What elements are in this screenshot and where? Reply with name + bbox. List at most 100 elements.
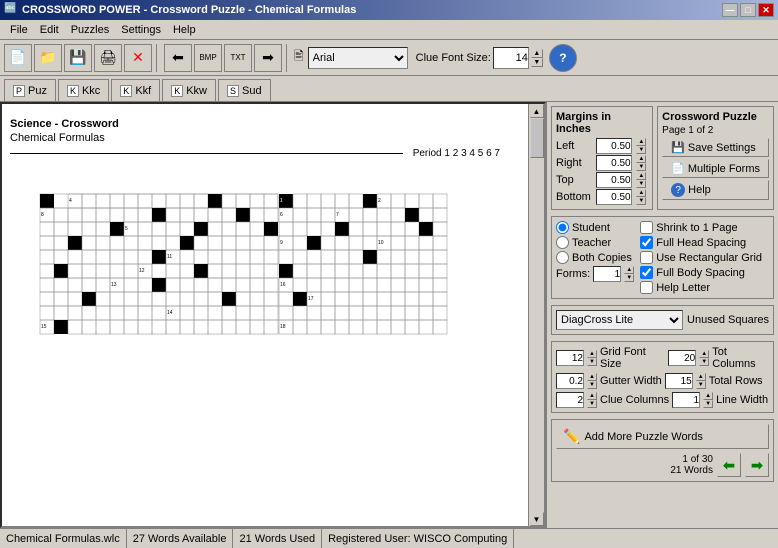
total-rows-input[interactable] [665,373,693,389]
teacher-radio[interactable] [556,236,569,249]
bottom-up[interactable]: ▲ [636,189,646,197]
menu-puzzles[interactable]: Puzzles [65,22,116,38]
save-button[interactable]: 💾 [64,44,92,72]
minimize-button[interactable]: — [722,3,738,17]
scroll-thumb[interactable] [530,118,544,158]
help-letter-checkbox-label[interactable]: Help Letter [640,281,762,294]
clue-font-down[interactable]: ▼ [531,58,543,67]
bmp-button[interactable]: BMP [194,44,222,72]
gutter-width-input[interactable] [556,373,584,389]
app-icon: 🔤 [4,3,18,17]
top-margin-input[interactable] [596,172,632,188]
left-grid: 3 4 [40,194,278,334]
tab-sud[interactable]: S Sud [218,79,271,101]
tot-col-up[interactable]: ▲ [699,350,709,358]
forms-up[interactable]: ▲ [624,266,634,274]
gutter-down[interactable]: ▼ [587,381,597,389]
bottom-down[interactable]: ▼ [636,197,646,205]
grid-row3: ▲ ▼ Clue Columns ▲ ▼ Line Width [556,392,769,408]
txt-button[interactable]: TXT [224,44,252,72]
student-radio[interactable] [556,221,569,234]
left-margin-input[interactable] [596,138,632,154]
new-button[interactable]: 📄 [4,44,32,72]
nav-forward-button[interactable]: ➡ [745,453,769,477]
tab-kkf[interactable]: K Kkf [111,79,160,101]
tot-col-down[interactable]: ▼ [699,358,709,366]
help-letter-checkbox[interactable] [640,281,653,294]
shrink-checkbox[interactable] [640,221,653,234]
crossword-grid-area: 3 4 [2,189,528,526]
stop-button[interactable]: ✕ [124,44,152,72]
teacher-radio-label[interactable]: Teacher [556,236,634,249]
help-panel-button[interactable]: ? Help [662,180,769,200]
right-up[interactable]: ▲ [636,155,646,163]
radio-group: Student Teacher Both Copies Forms: ▲ ▼ [556,221,634,294]
menu-edit[interactable]: Edit [34,22,65,38]
menu-settings[interactable]: Settings [115,22,167,38]
both-copies-radio[interactable] [556,251,569,264]
clue-col-up[interactable]: ▲ [587,392,597,400]
clue-col-down[interactable]: ▼ [587,400,597,408]
student-radio-label[interactable]: Student [556,221,634,234]
clue-columns-input[interactable] [556,392,584,408]
menu-file[interactable]: File [4,22,34,38]
menu-help[interactable]: Help [167,22,202,38]
forward-button[interactable]: ➡ [254,44,282,72]
tot-columns-input[interactable] [668,350,696,366]
vertical-scrollbar[interactable]: ▲ ▼ [528,104,544,526]
tab-puz[interactable]: P Puz [4,79,56,101]
rows-down[interactable]: ▼ [696,381,706,389]
lw-up[interactable]: ▲ [703,392,713,400]
full-head-checkbox[interactable] [640,236,653,249]
period-line: Period 1 2 3 4 5 6 7 [413,148,520,159]
forms-input[interactable] [593,266,621,282]
left-down[interactable]: ▼ [636,146,646,154]
svg-text:7: 7 [336,212,339,218]
grid-font-up[interactable]: ▲ [587,350,597,358]
multiple-forms-button[interactable]: 📄 Multiple Forms [662,159,769,178]
full-body-checkbox[interactable] [640,266,653,279]
top-up[interactable]: ▲ [636,172,646,180]
svg-text:14: 14 [167,310,173,316]
font-selector[interactable]: Arial [308,47,408,69]
scroll-down-button[interactable]: ▼ [530,512,544,526]
right-down[interactable]: ▼ [636,163,646,171]
line-width-input[interactable] [672,392,700,408]
left-up[interactable]: ▲ [636,138,646,146]
svg-text:11: 11 [167,254,172,260]
scroll-up-button[interactable]: ▲ [530,104,544,118]
puzzle-type-select[interactable]: DiagCross Lite [556,310,683,330]
gutter-up[interactable]: ▲ [587,373,597,381]
rows-up[interactable]: ▲ [696,373,706,381]
open-button[interactable]: 📁 [34,44,62,72]
full-body-checkbox-label[interactable]: Full Body Spacing [640,266,762,279]
shrink-checkbox-label[interactable]: Shrink to 1 Page [640,221,762,234]
tab-kkw[interactable]: K Kkw [162,79,216,101]
nav-back-button[interactable]: ⬅ [717,453,741,477]
maximize-button[interactable]: □ [740,3,756,17]
forms-row: Forms: ▲ ▼ [556,266,634,282]
grid-font-down[interactable]: ▼ [587,358,597,366]
save-settings-button[interactable]: 💾 Save Settings [662,138,769,157]
rectangular-checkbox-label[interactable]: Use Rectangular Grid [640,251,762,264]
top-down[interactable]: ▼ [636,180,646,188]
back-button[interactable]: ⬅ [164,44,192,72]
print-button[interactable]: 🖨 [94,44,122,72]
right-margin-input[interactable] [596,155,632,171]
clue-font-spinner[interactable]: ▲ ▼ [531,49,543,67]
tab-kkc[interactable]: K Kkc [58,79,109,101]
help-toolbar-button[interactable]: ? [549,44,577,72]
full-head-checkbox-label[interactable]: Full Head Spacing [640,236,762,249]
rectangular-checkbox[interactable] [640,251,653,264]
add-words-button[interactable]: ✏️ Add More Puzzle Words [556,424,769,449]
lw-down[interactable]: ▼ [703,400,713,408]
both-copies-radio-label[interactable]: Both Copies [556,251,634,264]
grid-font-size-input[interactable] [556,350,584,366]
svg-text:12: 12 [139,268,145,274]
close-button[interactable]: ✕ [758,3,774,17]
forms-down[interactable]: ▼ [624,274,634,282]
bottom-margin-input[interactable] [596,189,632,205]
tab-sud-icon: S [227,85,239,97]
clue-font-up[interactable]: ▲ [531,49,543,58]
clue-font-size-input[interactable] [493,47,529,69]
